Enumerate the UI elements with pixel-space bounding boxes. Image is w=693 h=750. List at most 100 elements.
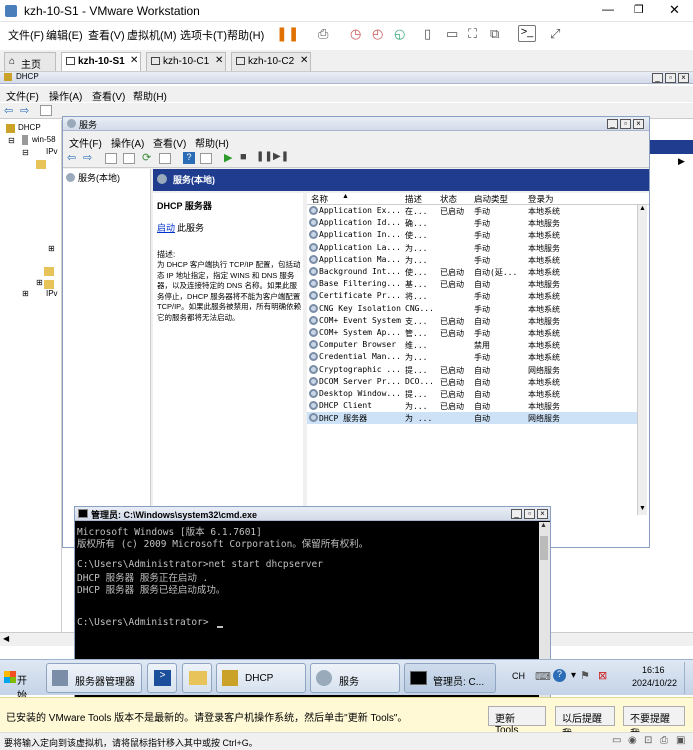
expand-icon[interactable]: ⊟ — [22, 148, 29, 157]
service-row[interactable]: DHCP Client 为... 已启动 自动 本地服务 — [307, 400, 643, 412]
column-description[interactable]: 描述 — [405, 193, 422, 205]
show-tree-icon[interactable] — [40, 105, 52, 116]
services-minimize-button[interactable]: _ — [607, 119, 618, 129]
tree-server[interactable]: win-58 — [32, 135, 56, 144]
service-row[interactable]: Application Ma... 为... 手动 本地系统 — [307, 254, 643, 266]
tree-dhcp[interactable]: DHCP — [18, 123, 41, 132]
expand-icon[interactable]: ⊟ — [8, 136, 15, 145]
service-row[interactable]: Application Id... 确... 手动 本地服务 — [307, 217, 643, 229]
stop-service-icon[interactable]: ■ — [240, 151, 247, 163]
minimize-icon[interactable]: — — [602, 2, 614, 16]
cmd-close-button[interactable]: × — [537, 509, 548, 519]
thumbnail-icon[interactable]: ▭ — [446, 26, 458, 42]
service-row[interactable]: COM+ System Ap... 管... 已启动 手动 本地系统 — [307, 327, 643, 339]
help-icon[interactable]: ? — [183, 152, 195, 164]
never-remind-button[interactable]: 不要提醒我 — [623, 706, 685, 740]
back-icon[interactable]: ⇦ — [67, 151, 76, 164]
dhcp-close-button[interactable]: × — [678, 73, 689, 83]
cmd-minimize-button[interactable]: _ — [511, 509, 522, 519]
start-service-icon[interactable]: ▶ — [224, 151, 232, 164]
revert-snapshot-icon[interactable]: ◴ — [372, 26, 383, 42]
services-close-button[interactable]: × — [633, 119, 644, 129]
service-row[interactable]: Base Filtering... 基... 已启动 自动 本地服务 — [307, 278, 643, 290]
scroll-up-icon[interactable]: ▲ — [540, 522, 547, 529]
remind-later-button[interactable]: 以后提醒我 — [555, 706, 615, 740]
services-menu-action[interactable]: 操作(A) — [111, 135, 144, 150]
expand-icon[interactable]: ⊞ — [48, 244, 55, 253]
menu-vm[interactable]: 虚拟机(M) — [127, 27, 177, 43]
forward-icon[interactable]: ⇨ — [83, 151, 92, 164]
language-indicator[interactable]: CH — [512, 671, 525, 681]
flag-icon[interactable]: ⚑ — [580, 669, 590, 682]
close-icon[interactable]: ✕ — [669, 2, 680, 18]
guest-screen[interactable]: DHCP _ ▫ × 文件(F) 操作(A) 查看(V) 帮助(H) ⇦ ⇨ D… — [0, 72, 693, 733]
fullscreen-icon[interactable]: ⛶ — [468, 26, 477, 42]
clock-time[interactable]: 16:16 — [642, 665, 665, 675]
update-tools-button[interactable]: 更新 Tools — [488, 706, 546, 736]
clock-date[interactable]: 2024/10/22 — [632, 678, 677, 688]
service-row[interactable]: CNG Key Isolation CNG... 手动 本地系统 — [307, 303, 643, 315]
expand-icon[interactable]: ⊞ — [36, 278, 43, 287]
tab-close-icon[interactable]: ✕ — [130, 55, 138, 66]
show-tree-icon[interactable] — [105, 153, 117, 164]
service-row[interactable]: Desktop Window... 提... 已启动 自动 本地系统 — [307, 388, 643, 400]
menu-view[interactable]: 查看(V) — [88, 27, 125, 43]
services-vscroll[interactable]: ▲ ▼ — [637, 205, 647, 515]
taskbar-cmd[interactable]: 管理员: C... — [404, 663, 496, 693]
service-row[interactable]: Credential Man... 为... 手动 本地系统 — [307, 351, 643, 363]
column-logon[interactable]: 登录为 — [528, 193, 554, 205]
service-row[interactable]: Background Int... 使... 已启动 自动(延... 本地系统 — [307, 266, 643, 278]
library-icon[interactable]: ▯ — [424, 26, 431, 42]
service-row[interactable]: Computer Browser 维... 禁用 本地系统 — [307, 339, 643, 351]
scroll-down-icon[interactable]: ▼ — [639, 505, 646, 512]
services-menu-file[interactable]: 文件(F) — [69, 135, 102, 150]
service-row[interactable]: DCOM Server Pr... DCO... 已启动 自动 本地系统 — [307, 376, 643, 388]
tab-close-icon[interactable]: ✕ — [300, 55, 308, 66]
services-menu-view[interactable]: 查看(V) — [153, 135, 186, 150]
taskbar-services[interactable]: 服务 — [310, 663, 400, 693]
properties-icon[interactable] — [123, 153, 135, 164]
menu-edit[interactable]: 编辑(E) — [46, 27, 83, 43]
taskbar-server-manager[interactable]: 服务器管理器 — [46, 663, 142, 693]
cmd-maximize-button[interactable]: ▫ — [524, 509, 535, 519]
taskbar-powershell[interactable]: > — [147, 663, 177, 693]
menu-help[interactable]: 帮助(H) — [227, 27, 264, 43]
snapshot-icon[interactable]: ◷ — [350, 26, 361, 42]
tree-ipv6[interactable]: IPv — [46, 289, 58, 298]
service-row[interactable]: Application La... 为... 手动 本地服务 — [307, 242, 643, 254]
menu-file[interactable]: 文件(F) — [8, 27, 44, 43]
network-icon[interactable]: ⊠ — [598, 669, 607, 682]
dhcp-minimize-button[interactable]: _ — [652, 73, 663, 83]
start-button[interactable]: 开始 — [2, 664, 36, 702]
keyboard-icon[interactable]: ⌨ — [535, 670, 551, 683]
service-row[interactable]: Cryptographic ... 提... 已启动 自动 网络服务 — [307, 364, 643, 376]
tree-ipv4[interactable]: IPv — [46, 147, 58, 156]
service-row[interactable]: DHCP 服务器 为 ... 自动 网络服务 — [307, 412, 643, 425]
restart-service-icon[interactable]: ▶❚ — [273, 151, 289, 162]
send-keys-icon[interactable]: ⎙ — [318, 26, 328, 42]
scroll-left-icon[interactable]: ◀ — [3, 634, 9, 643]
dhcp-menu-help[interactable]: 帮助(H) — [133, 88, 167, 103]
taskbar-explorer[interactable] — [182, 663, 212, 693]
forward-icon[interactable]: ⇨ — [20, 104, 29, 117]
pause-icon[interactable]: ❚❚ — [276, 25, 299, 42]
printer-icon[interactable]: ⎙ — [660, 735, 668, 746]
console-view-icon[interactable]: >_ — [518, 25, 536, 42]
tab-kzh-10-c2[interactable]: kzh-10-C2 ✕ — [231, 52, 311, 71]
tab-kzh-10-s1[interactable]: kzh-10-S1 ✕ — [61, 52, 141, 71]
dhcp-menu-action[interactable]: 操作(A) — [49, 88, 82, 103]
dhcp-maximize-button[interactable]: ▫ — [665, 73, 676, 83]
column-name[interactable]: 名称 — [311, 193, 328, 205]
services-menu-help[interactable]: 帮助(H) — [195, 135, 229, 150]
tree-services-local[interactable]: 服务(本地) — [78, 171, 120, 184]
scroll-up-icon[interactable]: ▲ — [639, 205, 646, 212]
service-row[interactable]: Application In... 使... 手动 本地系统 — [307, 229, 643, 241]
pause-service-icon[interactable]: ❚❚ — [256, 151, 273, 162]
tab-kzh-10-c1[interactable]: kzh-10-C1 ✕ — [146, 52, 226, 71]
tab-home[interactable]: ⌂ 主页 — [4, 52, 56, 71]
unity-icon[interactable]: ⧉ — [490, 26, 499, 42]
dhcp-menu-file[interactable]: 文件(F) — [6, 88, 39, 103]
dhcp-menu-view[interactable]: 查看(V) — [92, 88, 125, 103]
stretch-icon[interactable]: ⤢ — [550, 26, 560, 42]
network-adapter-icon[interactable]: ⊡ — [644, 735, 652, 746]
